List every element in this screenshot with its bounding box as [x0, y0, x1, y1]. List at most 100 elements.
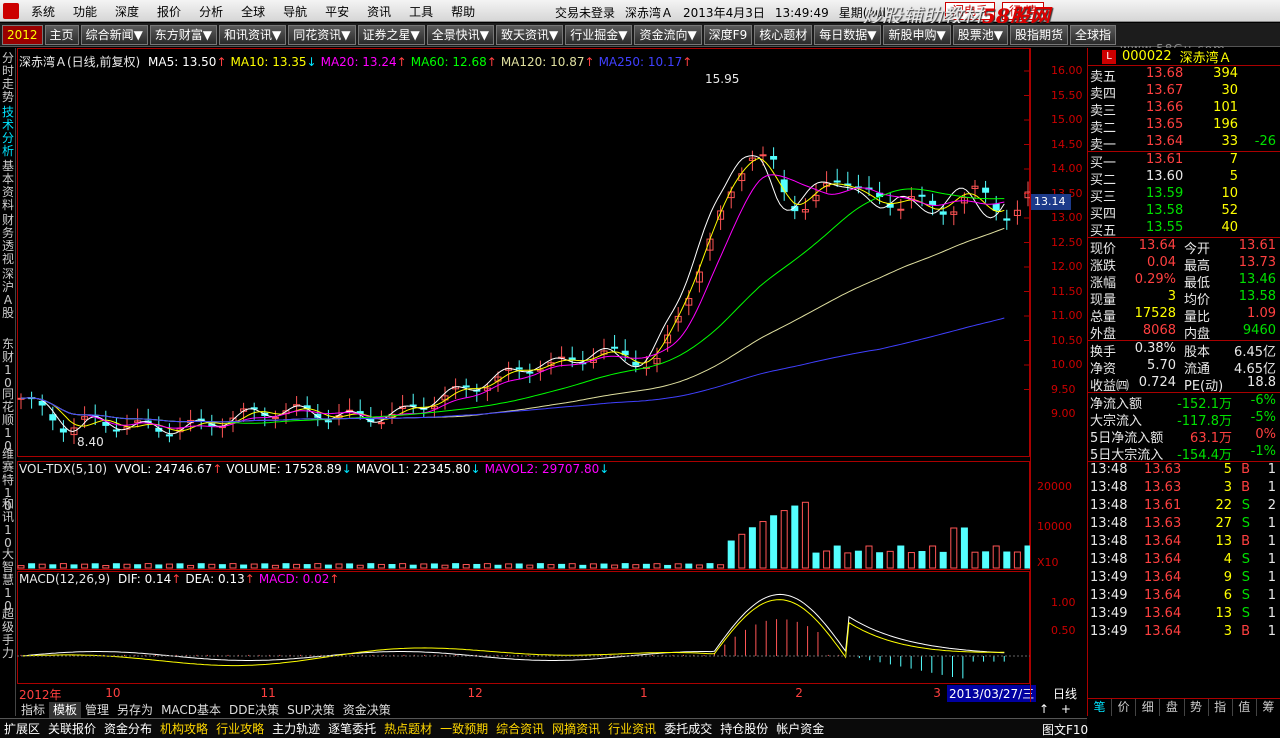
kline-chart-svg[interactable]: [17, 48, 1030, 702]
panel-tab[interactable]: 价: [1112, 699, 1137, 716]
indicator-tab[interactable]: 管理: [81, 702, 113, 718]
left-tab[interactable]: 技术分析: [1, 106, 15, 158]
menu-item[interactable]: 深度: [106, 3, 148, 20]
toolbar-button[interactable]: 全球指: [1069, 24, 1116, 45]
left-tab[interactable]: 大智慧10: [1, 548, 15, 613]
tick-row[interactable]: 13:49 13.64 6 S 1: [1088, 588, 1280, 606]
toolbar-button[interactable]: 全景快讯▼: [426, 24, 494, 45]
buy-row[interactable]: 买五 13.55 40: [1088, 220, 1280, 239]
x-tick: 12: [467, 686, 483, 700]
left-tab[interactable]: 财务透视: [1, 214, 15, 266]
sell-row[interactable]: 卖三 13.66 101: [1088, 100, 1280, 119]
panel-tab[interactable]: 细: [1136, 699, 1161, 716]
panel-tab[interactable]: 笔: [1088, 699, 1113, 716]
tick-row[interactable]: 13:48 13.63 27 S 1: [1088, 516, 1280, 534]
panel-tab[interactable]: 值: [1233, 699, 1257, 716]
indicator-arrow: ↓: [306, 55, 317, 69]
menu-item[interactable]: 帮助: [442, 3, 484, 20]
tick-row[interactable]: 13:48 13.61 22 S 2: [1088, 498, 1280, 516]
toolbar-button[interactable]: 东方财富▼: [149, 24, 218, 45]
toolbar-button[interactable]: 资金流向▼: [634, 24, 702, 45]
tick-row[interactable]: 13:49 13.64 9 S 1: [1088, 570, 1280, 588]
extension-tab[interactable]: 网摘资讯: [548, 720, 604, 737]
toolbar-button[interactable]: 每日数据▼: [814, 24, 882, 45]
menu-item[interactable]: 功能: [64, 3, 106, 20]
left-tab[interactable]: 和讯10: [1, 498, 15, 550]
sell-row[interactable]: 卖四 13.67 30: [1088, 83, 1280, 102]
panel-tab[interactable]: 指: [1209, 699, 1233, 716]
extension-tab[interactable]: 行业资讯: [604, 720, 660, 737]
left-tab[interactable]: 同花顺10: [1, 388, 15, 453]
toolbar-button[interactable]: 同花资讯▼: [288, 24, 356, 45]
tick-row[interactable]: 13:49 13.64 13 S 1: [1088, 606, 1280, 624]
buy-row[interactable]: 买一 13.61 7: [1088, 152, 1280, 171]
tick-row[interactable]: 13:48 13.63 5 B 1: [1088, 462, 1280, 480]
stock-code[interactable]: 000022: [1122, 49, 1172, 64]
toolbar-button[interactable]: 股票池▼: [952, 24, 1008, 45]
indicator-tab[interactable]: 指标: [17, 702, 49, 718]
extension-tab[interactable]: 帐户资金: [772, 720, 828, 737]
menu-item[interactable]: 工具: [400, 3, 442, 20]
indicator-tab[interactable]: 模板: [49, 702, 82, 718]
tick-row[interactable]: 13:48 13.64 13 B 1: [1088, 534, 1280, 552]
toolbar-button[interactable]: 股指期货: [1009, 24, 1068, 45]
toolbar-logo-button[interactable]: 2012: [2, 24, 43, 45]
extension-tab[interactable]: 综合资讯: [492, 720, 548, 737]
ma60-line: [20, 188, 1005, 424]
candle-body: [992, 203, 1000, 211]
indicator-tab[interactable]: 另存为: [113, 702, 157, 718]
left-tab[interactable]: 基本资料: [1, 160, 15, 212]
period-label[interactable]: 日线: [1045, 685, 1085, 702]
toolbar-button[interactable]: 综合新闻▼: [80, 24, 148, 45]
menu-item[interactable]: 资讯: [358, 3, 400, 20]
toolbar-button[interactable]: 致天资讯▼: [495, 24, 564, 45]
indicator-tab[interactable]: MACD基本: [157, 702, 225, 718]
left-tab[interactable]: 东财10: [1, 338, 15, 390]
panel-tab[interactable]: 盘: [1160, 699, 1185, 716]
extension-tab[interactable]: 逐笔委托: [324, 720, 380, 737]
sell-row[interactable]: 卖一 13.64 33 -26: [1088, 134, 1280, 153]
toolbar-button[interactable]: 核心题材: [754, 24, 813, 45]
menu-item[interactable]: 全球: [232, 3, 274, 20]
menu-item[interactable]: 导航: [274, 3, 316, 20]
extension-tab[interactable]: 委托成交: [660, 720, 716, 737]
menu-item[interactable]: 系统: [22, 3, 64, 20]
extension-tab[interactable]: 主力轨迹: [268, 720, 324, 737]
indicator-tab[interactable]: DDE决策: [225, 702, 283, 718]
menu-item[interactable]: 平安: [316, 3, 358, 20]
toolbar-button[interactable]: 行业掘金▼: [565, 24, 633, 45]
buy-row[interactable]: 买三 13.59 10: [1088, 186, 1280, 205]
extension-tab[interactable]: 热点题材: [380, 720, 436, 737]
toolbar-button[interactable]: 新股申购▼: [883, 24, 951, 45]
indicator-tab[interactable]: SUP决策: [283, 702, 339, 718]
kline-chart[interactable]: 深赤湾Ａ(日线,前复权) MA5: 13.50↑ MA10: 13.35↓ MA20…: [17, 48, 1037, 702]
left-tab[interactable]: 深沪A股: [1, 268, 15, 320]
toolbar-button[interactable]: 主页: [44, 24, 79, 45]
extension-tab[interactable]: 资金分布: [100, 720, 156, 737]
toolbar-button[interactable]: 深度F9: [703, 24, 753, 45]
f10-button[interactable]: 图文F10: [1038, 721, 1092, 738]
extension-tab[interactable]: 一致预期: [436, 720, 492, 737]
extension-tab[interactable]: 扩展区: [0, 720, 44, 737]
left-tab[interactable]: 分时走势: [1, 52, 15, 104]
sell-row[interactable]: 卖二 13.65 196: [1088, 117, 1280, 136]
extension-tab[interactable]: 机构攻略: [156, 720, 212, 737]
tick-row[interactable]: 13:49 13.64 3 B 1: [1088, 624, 1280, 642]
extension-tab[interactable]: 持仓股份: [716, 720, 772, 737]
menu-item[interactable]: 分析: [190, 3, 232, 20]
buy-row[interactable]: 买四 13.58 52: [1088, 203, 1280, 222]
panel-tab[interactable]: 筹: [1257, 699, 1280, 716]
tick-row[interactable]: 13:48 13.64 4 S 1: [1088, 552, 1280, 570]
sell-row[interactable]: 卖五 13.68 394: [1088, 66, 1280, 85]
tick-row[interactable]: 13:48 13.63 3 B 1: [1088, 480, 1280, 498]
tick-list[interactable]: 13:48 13.63 5 B 1 13:48 13.63 3 B 1 13:48 13.61 22 S 2…: [1088, 462, 1280, 642]
toolbar-button[interactable]: 和讯资讯▼: [219, 24, 287, 45]
extension-tab[interactable]: 关联报价: [44, 720, 100, 737]
buy-row[interactable]: 买二 13.60 5: [1088, 169, 1280, 188]
extension-tab[interactable]: 行业攻略: [212, 720, 268, 737]
indicator-tab[interactable]: 资金决策: [339, 702, 395, 718]
toolbar-button[interactable]: 证券之星▼: [357, 24, 425, 45]
panel-tab[interactable]: 势: [1185, 699, 1209, 716]
left-tab[interactable]: 超级手力: [1, 608, 15, 660]
menu-item[interactable]: 报价: [148, 3, 190, 20]
